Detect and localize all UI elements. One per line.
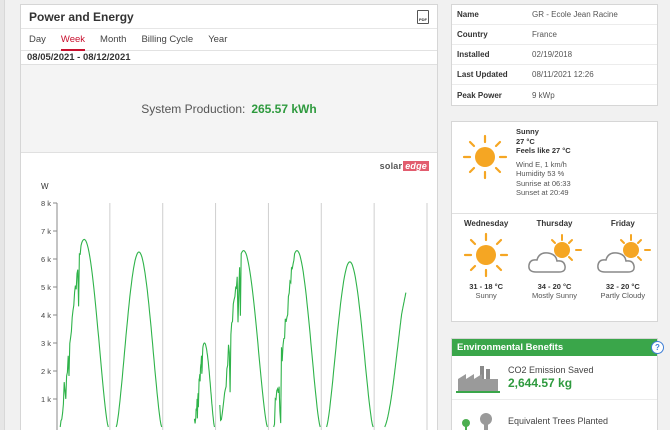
current-temp: 27 °C: [516, 136, 535, 146]
forecast-condition: Sunny: [475, 291, 497, 300]
power-series-day-7: [384, 292, 407, 428]
current-weather-text: Sunny 27 °C Feels like 27 °C Wind E, 1 k…: [516, 127, 571, 198]
system-production-label: System Production:: [141, 101, 246, 116]
forecast-day-name: Wednesday: [464, 219, 509, 228]
environmental-benefits-header: Environmental Benefits ?: [452, 339, 664, 356]
power-energy-title: Power and Energy: [29, 9, 134, 24]
help-icon[interactable]: ?: [651, 341, 664, 354]
forecast-temps: 32 - 20 °C: [605, 282, 640, 291]
info-key: Peak Power: [457, 90, 502, 100]
y-axis-label: W: [41, 182, 49, 191]
info-value: 9 kWp: [532, 90, 555, 100]
info-row-last-updated: Last Updated 08/11/2021 12:26: [452, 65, 657, 85]
info-value: 08/11/2021 12:26: [532, 70, 594, 79]
power-chart: W 8 k 7 k 6 k 5 k 4 k 3 k 2 k 1 k: [41, 182, 428, 430]
co2-value: 2,644.57 kg: [508, 376, 573, 390]
y-tick-label: 4 k: [41, 311, 51, 320]
forecast-condition: Partly Cloudy: [600, 291, 646, 300]
trees-planted-row: Equivalent Trees Planted: [452, 400, 657, 430]
info-value: France: [532, 30, 557, 39]
tree-icon: [462, 412, 492, 430]
current-condition: Sunny: [516, 127, 539, 136]
info-value: GR - Ecole Jean Racine: [532, 10, 618, 19]
factory-icon: [456, 365, 500, 393]
info-key: Name: [457, 10, 479, 19]
info-key: Country: [457, 30, 488, 39]
tab-billing-cycle[interactable]: Billing Cycle: [141, 29, 193, 51]
current-wind: Wind E, 1 km/h: [516, 159, 567, 169]
sun-icon: [462, 134, 508, 180]
tab-year[interactable]: Year: [208, 29, 227, 51]
info-row-installed: Installed 02/19/2018: [452, 45, 657, 65]
current-sunrise: Sunrise at 06:33: [516, 178, 571, 188]
y-tick-label: 1 k: [41, 395, 51, 404]
trees-label: Equivalent Trees Planted: [508, 416, 609, 426]
pdf-icon-text: PDF: [419, 16, 427, 22]
weather-panel: Sunny 27 °C Feels like 27 °C Wind E, 1 k…: [451, 121, 658, 322]
forecast-day-name: Thursday: [536, 219, 573, 228]
forecast-day-name: Friday: [610, 219, 635, 228]
forecast-temps: 31 - 18 °C: [469, 282, 504, 291]
period-tabs: Day Week Month Billing Cycle Year: [21, 29, 437, 51]
forecast: Wednesday 31 - 18 °C Sunny Thursday 34 -…: [452, 214, 657, 322]
y-tick-label: 2 k: [41, 367, 51, 376]
y-tick-label: 7 k: [41, 227, 51, 236]
co2-label: CO2 Emission Saved: [508, 365, 594, 375]
tab-week[interactable]: Week: [60, 29, 86, 51]
power-series-day-1: [59, 238, 109, 428]
power-series-day-5: [273, 250, 321, 428]
power-energy-panel: Power and Energy PDF Day Week Month Bill…: [20, 4, 438, 430]
forecast-day: Friday 32 - 20 °C Partly Cloudy: [589, 214, 657, 322]
y-tick-label: 6 k: [41, 255, 51, 264]
trees-text: Equivalent Trees Planted: [508, 416, 608, 427]
info-key: Installed: [457, 50, 490, 59]
info-row-country: Country France: [452, 25, 657, 45]
tab-day[interactable]: Day: [29, 29, 46, 51]
co2-saved-row: CO2 Emission Saved 2,644.57 kg: [452, 356, 657, 400]
left-edge-strip: [0, 0, 5, 430]
environmental-benefits-panel: Environmental Benefits ? CO2 Emission Sa…: [451, 338, 664, 430]
co2-text: CO2 Emission Saved 2,644.57 kg: [508, 365, 594, 390]
info-row-name: Name GR - Ecole Jean Racine: [452, 5, 657, 25]
date-range: 08/05/2021 - 08/12/2021: [21, 51, 437, 65]
power-chart-area: solar edge W8 k7 k6 k5 k4 k3 k2 k1 k: [21, 153, 437, 430]
tab-month[interactable]: Month: [100, 29, 126, 51]
forecast-day: Wednesday 31 - 18 °C Sunny: [452, 214, 520, 322]
power-series-day-2: [115, 251, 163, 428]
power-energy-header: Power and Energy PDF: [21, 5, 437, 29]
info-value: 02/19/2018: [532, 50, 573, 59]
forecast-day: Thursday 34 - 20 °C Mostly Sunny: [520, 214, 588, 322]
system-production-value: 265.57 kWh: [251, 101, 317, 116]
forecast-condition: Mostly Sunny: [531, 291, 577, 300]
info-row-peak-power: Peak Power 9 kWp: [452, 85, 657, 105]
y-tick-label: 5 k: [41, 283, 51, 292]
pdf-export-icon[interactable]: PDF: [417, 9, 429, 24]
sun-cloud-icon: [528, 234, 583, 273]
forecast-temps: 34 - 20 °C: [537, 282, 572, 291]
current-feels-like: Feels like 27 °C: [516, 146, 571, 155]
current-weather: Sunny 27 °C Feels like 27 °C Wind E, 1 k…: [452, 122, 657, 214]
power-series-day-6: [326, 261, 374, 428]
sun-icon: [464, 232, 509, 278]
power-series-day-4: [219, 250, 268, 428]
environmental-benefits-title: Environmental Benefits: [457, 342, 564, 353]
sun-cloud-icon: [596, 234, 651, 273]
current-humidity: Humidity 53 %: [516, 169, 565, 178]
system-production-box: System Production: 265.57 kWh: [21, 65, 437, 153]
info-key: Last Updated: [457, 70, 508, 79]
site-info-panel: Name GR - Ecole Jean Racine Country Fran…: [451, 4, 658, 106]
power-series-day-3: [193, 342, 216, 428]
y-tick-label: 3 k: [41, 339, 51, 348]
current-sunset: Sunset at 20:49: [516, 188, 569, 197]
y-tick-label: 8 k: [41, 199, 51, 208]
